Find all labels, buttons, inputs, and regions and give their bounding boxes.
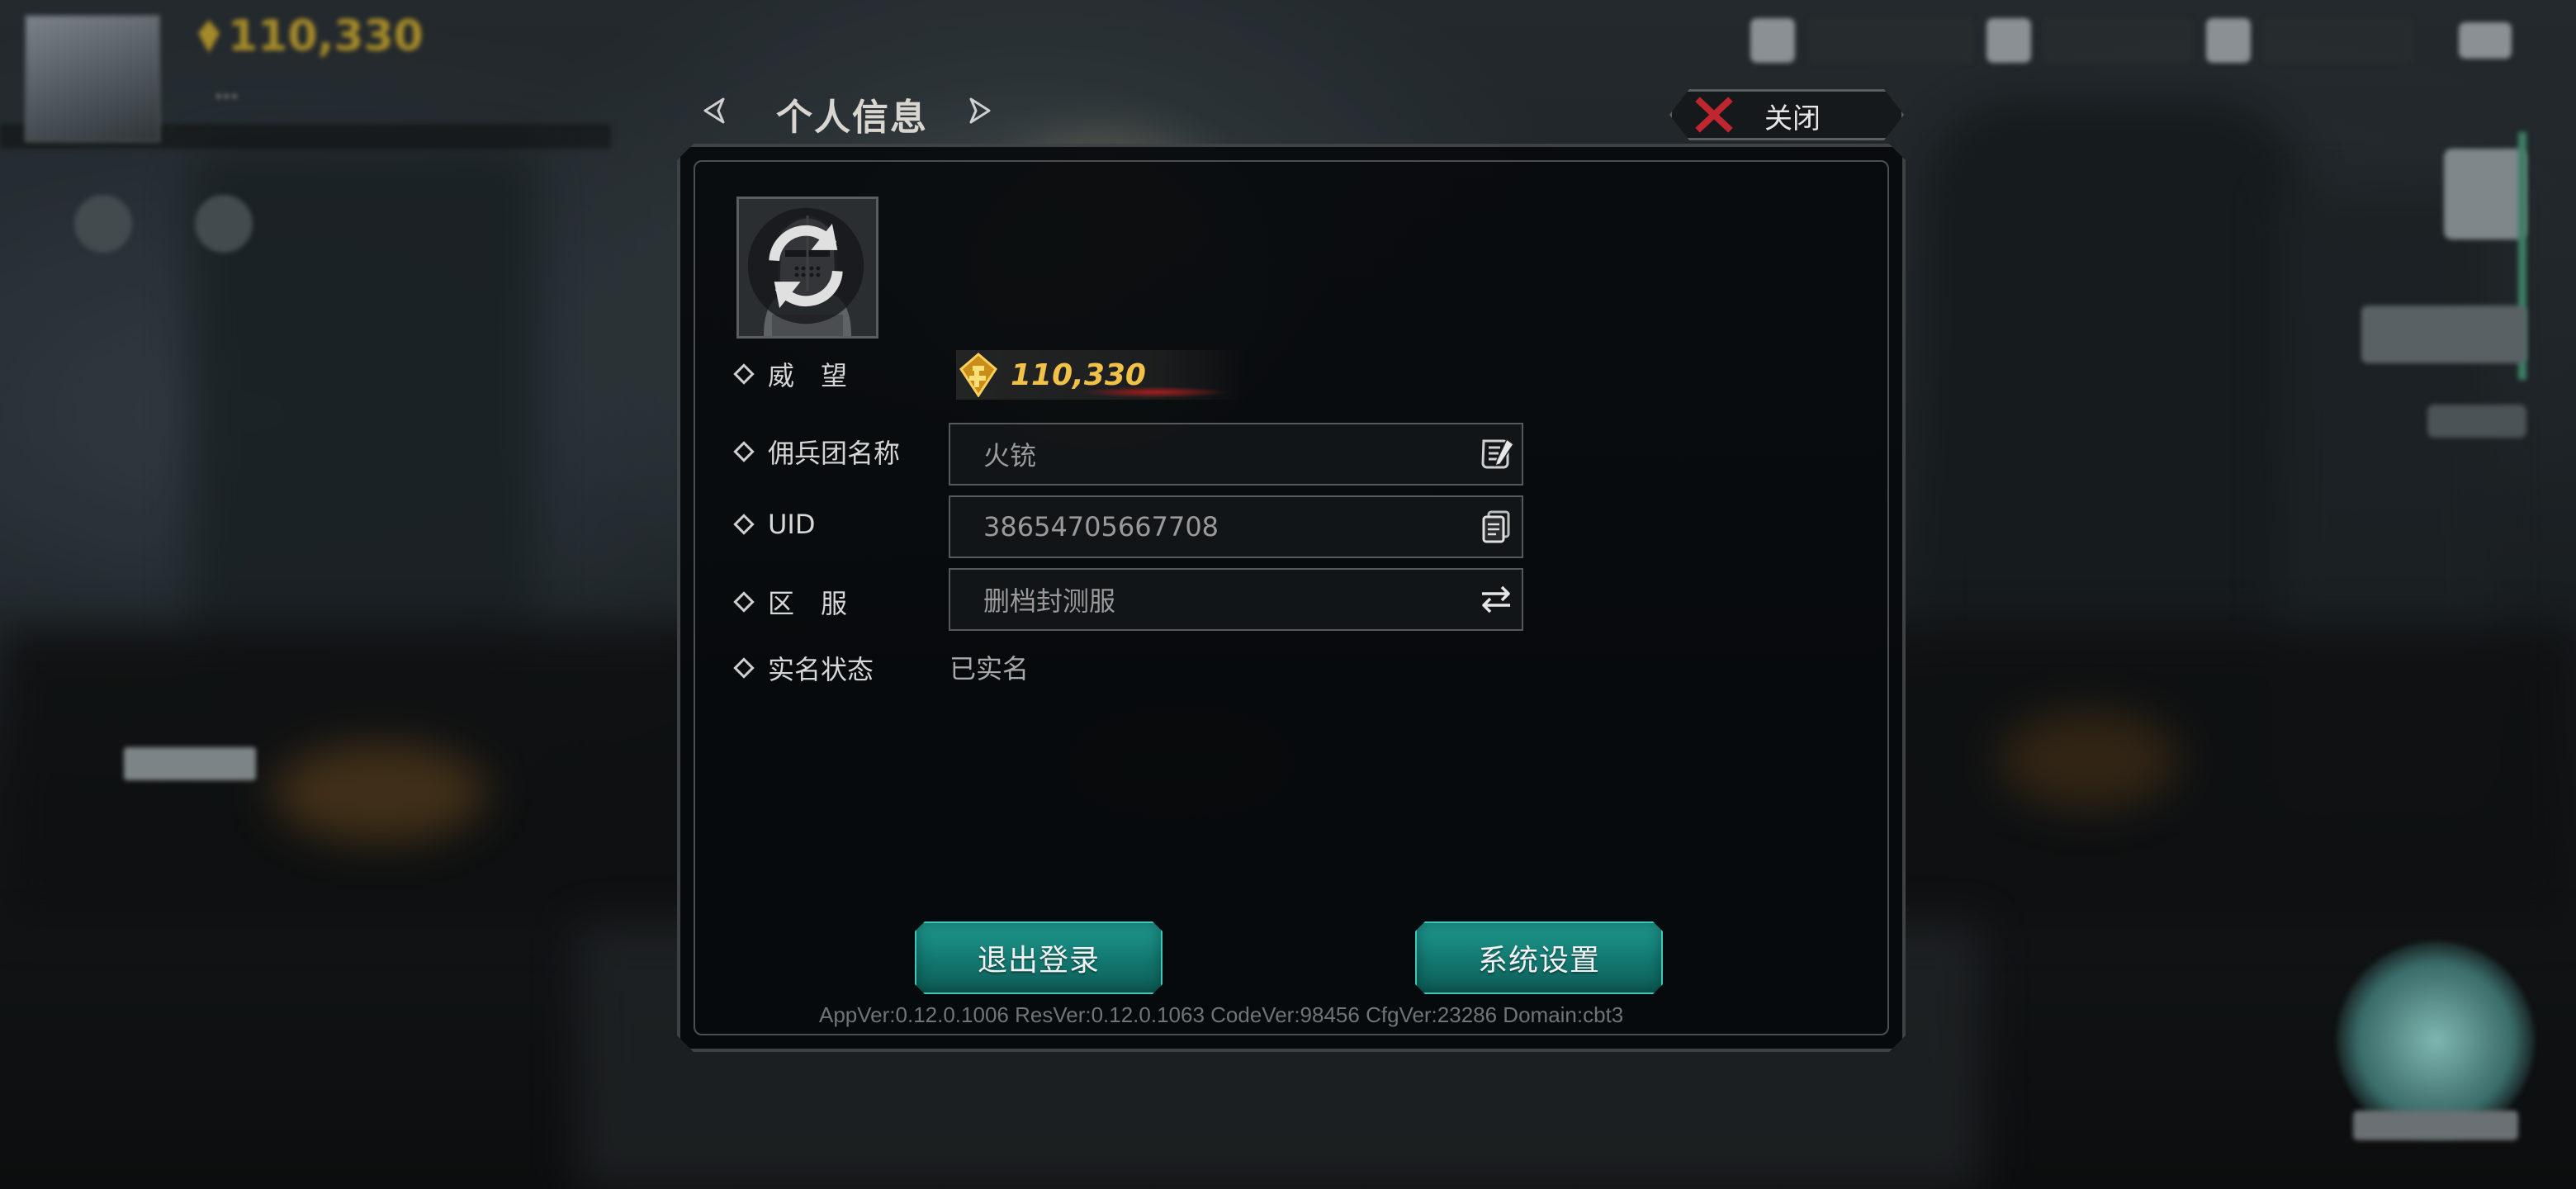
chevron-right-icon bbox=[969, 97, 991, 124]
realname-label: 实名状态 bbox=[733, 649, 874, 687]
server-value: 删档封测服 bbox=[983, 585, 1116, 617]
hud-resource-icon bbox=[1750, 18, 1795, 63]
hud-resource-pill bbox=[2044, 18, 2193, 63]
hud-side-button bbox=[2361, 306, 2526, 363]
close-x-icon bbox=[1695, 97, 1733, 133]
hud-resource-icon bbox=[2206, 18, 2251, 63]
uid-field: 38654705667708 bbox=[949, 495, 1523, 558]
chevron-left-icon bbox=[703, 97, 725, 124]
logout-button[interactable]: 退出登录 bbox=[915, 921, 1163, 994]
diamond-bullet-icon bbox=[733, 591, 755, 613]
hud-prestige-icon bbox=[198, 20, 220, 53]
hud-menu-icon bbox=[2459, 22, 2512, 59]
hud-emblem-icon bbox=[2337, 941, 2535, 1139]
guild-name-value: 火铳 bbox=[983, 440, 1037, 471]
close-button-label: 关闭 bbox=[1764, 102, 1821, 135]
hud-side-icon bbox=[2444, 149, 2526, 239]
hud-prestige-counter: 110,330 bbox=[198, 12, 424, 61]
hud-round-icon bbox=[195, 195, 253, 253]
server-field: 删档封测服 bbox=[949, 568, 1523, 631]
copy-icon[interactable] bbox=[1475, 505, 1517, 547]
hud-resource-bar bbox=[1750, 18, 2512, 63]
server-label-text: 区 服 bbox=[768, 588, 848, 619]
logout-button-label: 退出登录 bbox=[977, 944, 1100, 978]
prestige-value-box: 110,330 bbox=[956, 350, 1245, 400]
hud-emblem-label bbox=[2353, 1111, 2518, 1140]
prev-page-button[interactable] bbox=[697, 92, 733, 129]
refresh-icon bbox=[747, 207, 864, 324]
hud-resource-icon bbox=[1986, 18, 2031, 63]
diamond-bullet-icon bbox=[733, 657, 755, 679]
version-info: AppVer:0.12.0.1006 ResVer:0.12.0.1063 Co… bbox=[819, 1002, 1624, 1027]
hud-map-label bbox=[124, 747, 256, 780]
uid-label-text: UID bbox=[768, 509, 816, 540]
server-label: 区 服 bbox=[733, 583, 847, 621]
guild-name-label-text: 佣兵团名称 bbox=[768, 438, 901, 469]
hud-side-label bbox=[2427, 405, 2526, 438]
hud-player-name: ··· bbox=[215, 83, 239, 111]
next-page-button[interactable] bbox=[961, 92, 997, 129]
prestige-coin-icon bbox=[959, 353, 997, 397]
uid-value: 38654705667708 bbox=[983, 511, 1219, 542]
edit-scroll-icon[interactable] bbox=[1475, 433, 1517, 474]
guild-name-label: 佣兵团名称 bbox=[733, 433, 900, 471]
realname-status-value: 已实名 bbox=[949, 653, 1030, 685]
page-title: 个人信息 bbox=[776, 97, 928, 139]
hud-prestige-value: 110,330 bbox=[228, 12, 424, 61]
system-settings-button-label: 系统设置 bbox=[1477, 944, 1600, 978]
guild-name-field: 火铳 bbox=[949, 423, 1523, 486]
diamond-bullet-icon bbox=[733, 363, 755, 385]
hud-avatar bbox=[25, 15, 160, 142]
system-settings-button[interactable]: 系统设置 bbox=[1415, 921, 1663, 994]
hud-resource-pill bbox=[1808, 18, 1973, 63]
hud-round-icon bbox=[74, 195, 132, 253]
close-button[interactable]: 关闭 bbox=[1669, 89, 1904, 140]
uid-label: UID bbox=[733, 509, 816, 540]
prestige-label-text: 威 望 bbox=[768, 360, 848, 391]
diamond-bullet-icon bbox=[733, 514, 755, 535]
hud-resource-pill bbox=[2264, 18, 2413, 63]
player-avatar[interactable] bbox=[736, 197, 878, 339]
prestige-label: 威 望 bbox=[733, 355, 847, 393]
realname-label-text: 实名状态 bbox=[768, 654, 874, 685]
diamond-bullet-icon bbox=[733, 441, 755, 462]
swap-arrows-icon[interactable] bbox=[1475, 578, 1517, 619]
